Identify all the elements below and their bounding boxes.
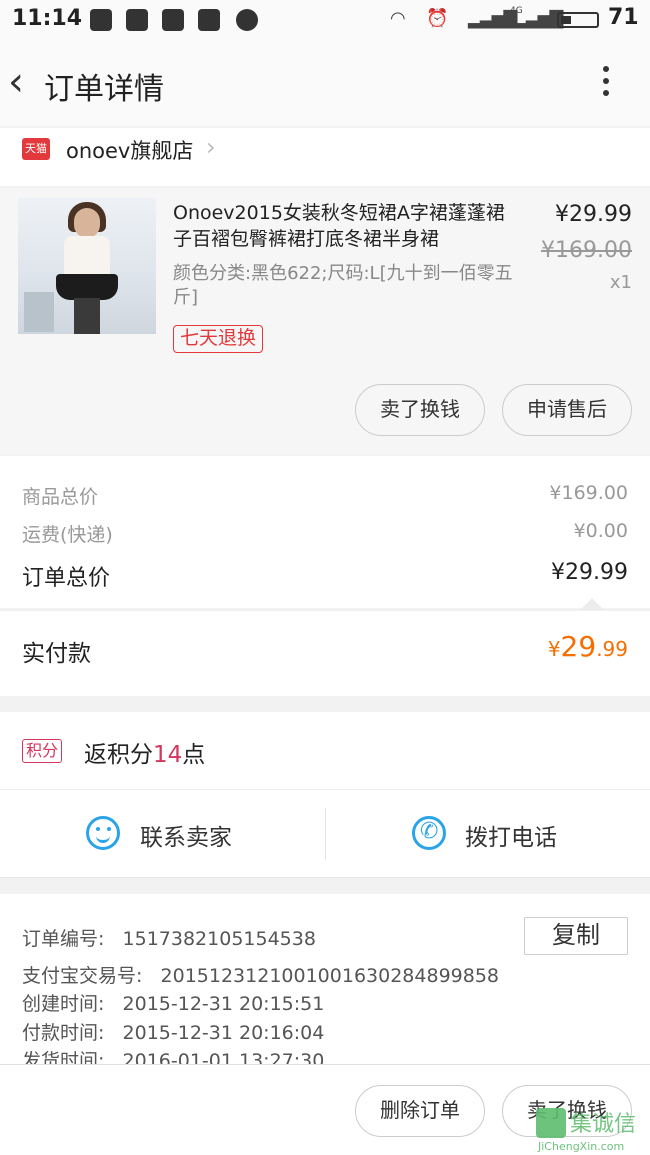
news-notification-icon (162, 9, 184, 31)
qq-notification-icon (90, 9, 112, 31)
delete-order-button[interactable]: 删除订单 (355, 1085, 485, 1137)
watermark-logo: 集诚信 JiChengXin.com (536, 1108, 650, 1155)
return-policy-badge: 七天退换 (173, 325, 264, 353)
order-total-label: 订单总价 (22, 566, 111, 591)
chat-smile-icon[interactable] (86, 816, 120, 850)
points-badge: 积分 (22, 739, 63, 763)
goods-total-value: ¥169.00 (549, 482, 628, 504)
shop-name[interactable]: onoev旗舰店 (66, 135, 193, 165)
app-notification-icon (126, 9, 148, 31)
more-options-icon[interactable] (596, 66, 616, 102)
product-quantity: x1 (609, 272, 632, 293)
product-name[interactable]: Onoev2015女装秋冬短裙A字裙蓬蓬裙子百褶包臀裤裙打底冬裙半身裙 (173, 200, 518, 252)
caret-up-icon (580, 598, 604, 610)
status-time: 11:14 (12, 6, 83, 31)
alipay-number-row: 支付宝交易号: 2015123121001001630284899858 (22, 965, 500, 987)
amount-paid-label: 实付款 (22, 641, 91, 667)
back-arrow-icon[interactable]: ‹ (8, 62, 24, 102)
amount-paid-value: ¥29.99 (547, 630, 628, 663)
chevron-right-icon[interactable]: › (206, 133, 216, 161)
alarm-icon: ⏰ (426, 8, 449, 29)
signal-icon-2: ▂▃▅▇ (514, 8, 563, 29)
headset-icon: ◠ (390, 8, 406, 29)
order-total-value: ¥29.99 (551, 560, 628, 585)
created-time-row: 创建时间: 2015-12-31 20:15:51 (22, 993, 325, 1015)
signal-icon: ▂▃▅▇ (468, 8, 517, 29)
battery-icon (557, 12, 599, 28)
order-number-row: 订单编号: 1517382105154538 (22, 928, 316, 950)
sell-for-cash-button[interactable]: 卖了换钱 (355, 384, 485, 436)
shipping-label: 运费(快递) (22, 524, 113, 546)
call-phone-button[interactable]: 拨打电话 (465, 818, 557, 852)
mail-notification-icon (198, 9, 220, 31)
product-attributes: 颜色分类:黑色622;尺码:L[九十到一佰零五斤] (173, 263, 513, 308)
product-image[interactable] (18, 198, 156, 334)
battery-percent: 71 (608, 5, 639, 30)
shipping-value: ¥0.00 (573, 520, 628, 542)
tmall-logo-icon: 天猫 (22, 138, 50, 160)
divider (325, 808, 326, 860)
page-title: 订单详情 (44, 72, 164, 107)
copy-button[interactable]: 复制 (524, 917, 628, 955)
phone-icon[interactable] (412, 816, 446, 850)
goods-total-label: 商品总价 (22, 486, 99, 508)
product-price: ¥29.99 (555, 202, 632, 227)
product-original-price: ¥169.00 (541, 238, 632, 263)
contact-seller-button[interactable]: 联系卖家 (140, 818, 232, 852)
browser-notification-icon (236, 9, 258, 31)
after-sales-button[interactable]: 申请售后 (502, 384, 632, 436)
paid-time-row: 付款时间: 2015-12-31 20:16:04 (22, 1022, 325, 1044)
points-text: 返积分14点 (84, 742, 206, 768)
